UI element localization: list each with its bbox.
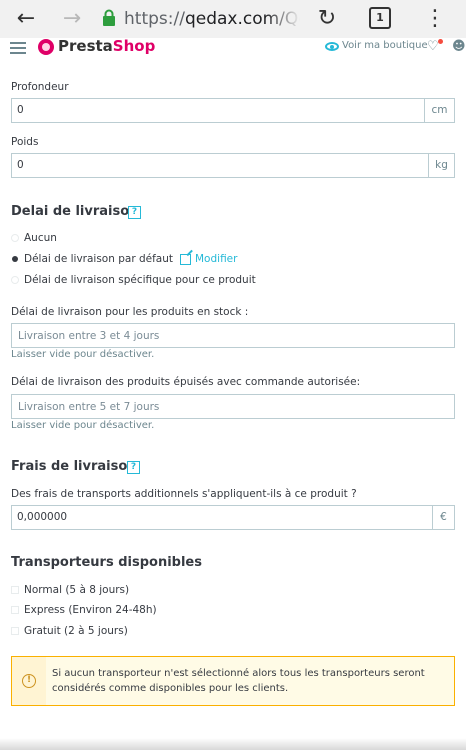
arrow-left-icon[interactable]: ←	[12, 6, 40, 32]
url-bar[interactable]: https://qedax.com/Qe	[124, 6, 300, 32]
out-of-stock-delay-label: Délai de livraison des produits épuisés …	[11, 376, 361, 388]
logo-part1: Presta	[58, 38, 113, 55]
carrier-item[interactable]: Gratuit (2 à 5 jours)	[11, 624, 128, 638]
shipping-fees-input-group: 0,000000 €	[11, 505, 455, 530]
url-scheme: https://	[124, 9, 185, 29]
carrier-label: Express (Environ 24-48h)	[24, 604, 157, 616]
admin-header: PrestaShop Voir ma boutique ♡ ☻	[0, 38, 466, 58]
depth-label: Profondeur	[11, 81, 69, 93]
radio-button[interactable]	[11, 234, 19, 242]
kebab-menu-icon[interactable]: ⋮	[424, 6, 446, 32]
bottom-scroll-shadow	[0, 738, 466, 750]
out-of-stock-delay-input[interactable]	[11, 394, 455, 419]
modify-link[interactable]: Modifier	[195, 253, 237, 265]
weight-unit: kg	[428, 154, 454, 177]
shipping-fees-title: Frais de livraison	[11, 459, 137, 474]
radio-button[interactable]	[11, 276, 19, 284]
help-icon[interactable]: ?	[128, 206, 141, 219]
carriers-title: Transporteurs disponibles	[11, 555, 202, 570]
radio-label: Aucun	[24, 232, 57, 244]
eye-icon	[325, 42, 339, 51]
logo-part2: Shop	[112, 38, 156, 55]
depth-input[interactable]: 0	[17, 99, 24, 122]
weight-label: Poids	[11, 136, 39, 148]
carrier-checkbox[interactable]	[11, 627, 19, 635]
radio-option-none[interactable]: Aucun	[11, 231, 57, 245]
radio-label: Délai de livraison spécifique pour ce pr…	[24, 274, 256, 286]
in-stock-delay-help: Laisser vide pour désactiver.	[11, 349, 155, 360]
radio-label: Délai de livraison par défaut	[24, 253, 173, 265]
depth-input-group: 0 cm	[11, 98, 455, 123]
lock-icon	[103, 9, 115, 26]
shipping-fees-input[interactable]: 0,000000	[17, 506, 67, 529]
delivery-time-title: Delai de livraison	[11, 204, 139, 219]
out-of-stock-delay-help: Laisser vide pour désactiver.	[11, 420, 155, 431]
currency-addon: €	[432, 506, 454, 529]
carrier-checkbox[interactable]	[11, 606, 19, 614]
depth-unit: cm	[424, 99, 454, 122]
bell-icon[interactable]: ♡	[427, 39, 443, 54]
external-edit-icon	[180, 253, 191, 265]
in-stock-delay-label: Délai de livraison pour les produits en …	[11, 306, 249, 318]
in-stock-delay-input[interactable]	[11, 323, 455, 348]
carrier-label: Normal (5 à 8 jours)	[24, 584, 130, 596]
warning-icon: !	[22, 674, 36, 688]
reload-icon[interactable]: ↻	[314, 6, 340, 32]
browser-toolbar: ← → https://qedax.com/Qe ↻ 1 ⋮	[0, 0, 466, 38]
carrier-item[interactable]: Express (Environ 24-48h)	[11, 603, 157, 617]
tab-count-button[interactable]: 1	[369, 7, 391, 29]
view-shop-link[interactable]: Voir ma boutique	[342, 40, 428, 51]
weight-input-group: 0 kg	[11, 153, 455, 178]
radio-option-default[interactable]: Délai de livraison par défaut Modifier	[11, 252, 237, 266]
carrier-item[interactable]: Normal (5 à 8 jours)	[11, 583, 129, 597]
warning-alert: ! Si aucun transporteur n'est sélectionn…	[11, 656, 455, 706]
weight-input[interactable]: 0	[17, 154, 24, 177]
shipping-fees-question: Des frais de transports additionnels s'a…	[11, 488, 357, 500]
user-icon[interactable]: ☻	[452, 40, 466, 54]
help-icon[interactable]: ?	[127, 461, 140, 474]
radio-option-specific[interactable]: Délai de livraison spécifique pour ce pr…	[11, 273, 256, 287]
warning-text: Si aucun transporteur n'est sélectionné …	[52, 668, 425, 694]
hamburger-menu-icon[interactable]	[10, 42, 26, 54]
prestashop-logo[interactable]: PrestaShop	[58, 38, 155, 55]
carrier-checkbox[interactable]	[11, 586, 19, 594]
url-host: qedax.com/Qe	[184, 9, 300, 29]
arrow-right-icon[interactable]: →	[58, 6, 86, 32]
radio-button-checked[interactable]	[12, 256, 18, 262]
warning-icon-bar: !	[12, 657, 46, 705]
prestashop-logo-icon	[38, 39, 54, 55]
carrier-label: Gratuit (2 à 5 jours)	[24, 625, 128, 637]
